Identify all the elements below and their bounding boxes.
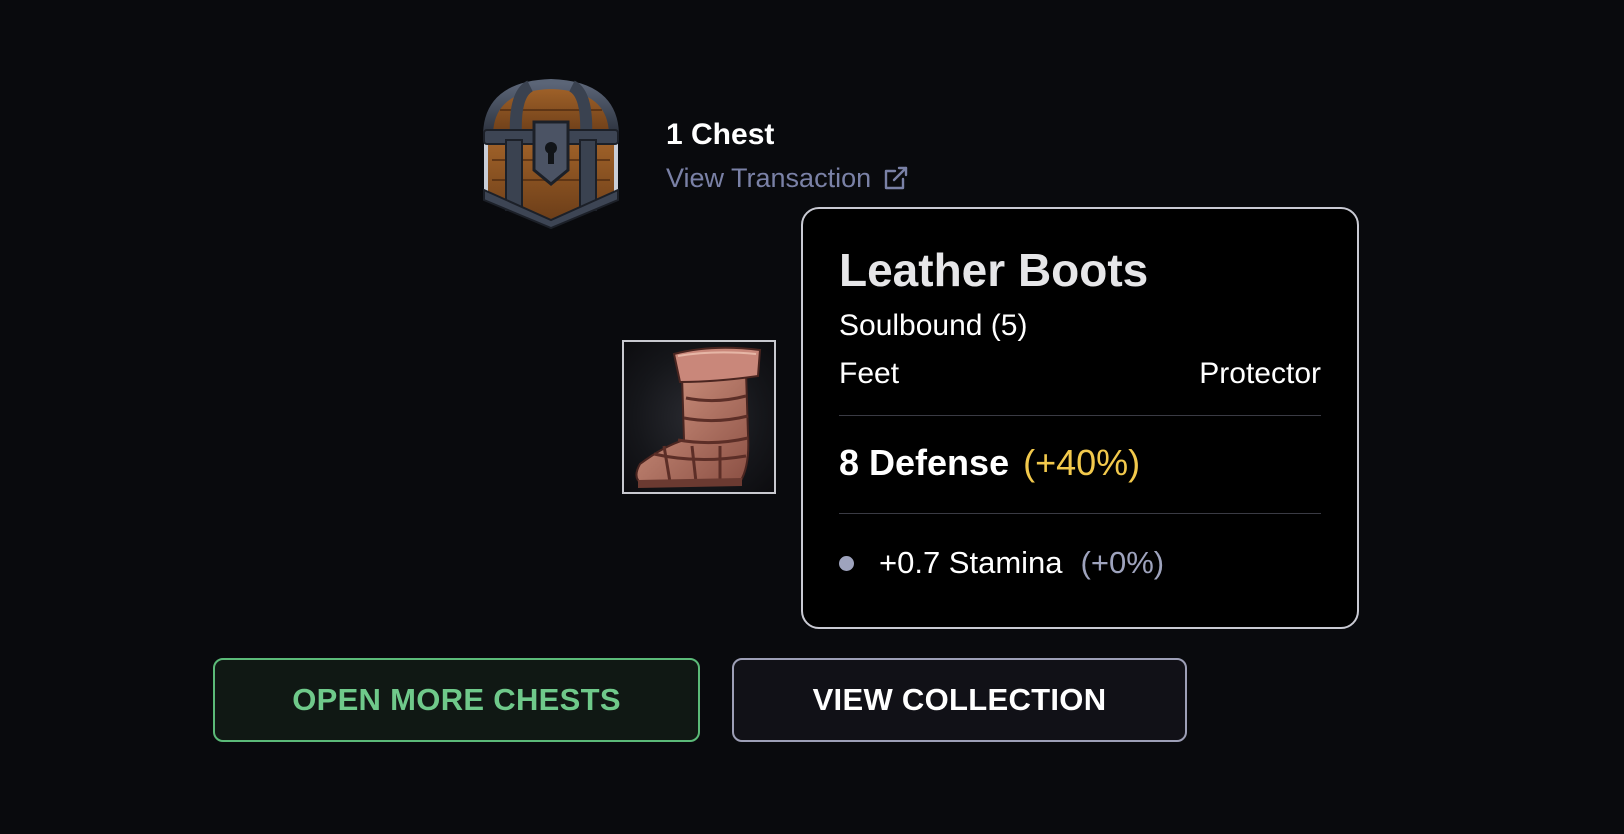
stat-bonus: (+0%) [1080,545,1165,580]
defense-row: 8 Defense (+40%) [839,441,1140,485]
view-transaction-link[interactable]: View Transaction [666,160,909,196]
bullet-dot-icon [839,555,854,571]
item-type: Protector [1199,357,1321,390]
external-link-icon [883,165,909,191]
item-tooltip: Leather Boots Soulbound (5) Feet Protect… [801,207,1359,629]
item-slot: Feet [839,357,900,390]
defense-value: 8 Defense [839,442,1010,483]
divider [839,415,1321,416]
chest-image [470,74,632,230]
chest-count-title: 1 Chest [666,118,775,151]
stat-row: +0.7 Stamina (+0%) [839,543,1164,583]
open-more-chests-button[interactable]: OPEN MORE CHESTS [213,658,700,742]
item-binding: Soulbound (5) [839,309,1028,342]
view-collection-button[interactable]: VIEW COLLECTION [732,658,1187,742]
item-name: Leather Boots [839,244,1149,296]
divider [839,513,1321,514]
defense-bonus: (+40%) [1023,442,1141,483]
boot-icon [635,346,762,488]
view-transaction-label: View Transaction [666,163,872,193]
item-image-leather-boots[interactable] [622,340,776,494]
stat-value: +0.7 Stamina [879,545,1063,580]
